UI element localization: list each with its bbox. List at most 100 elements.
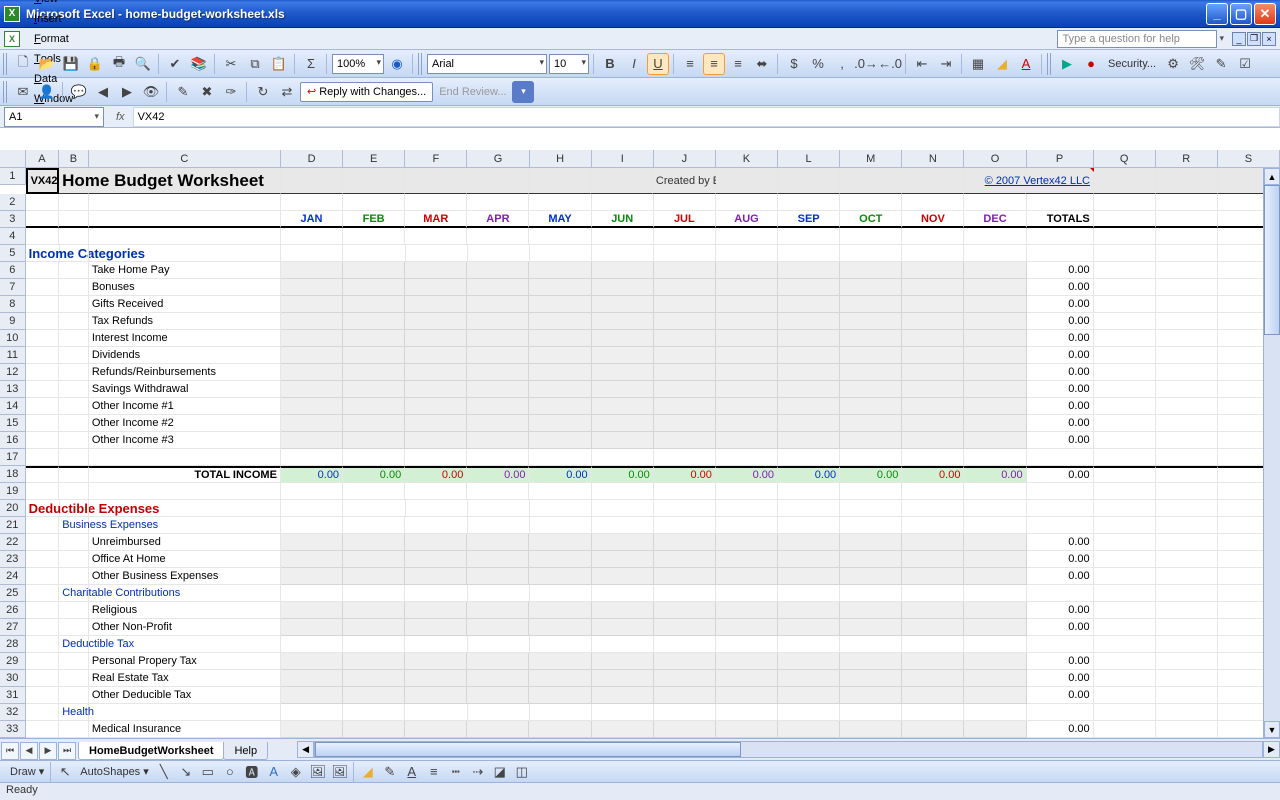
cell[interactable] [654, 602, 716, 619]
fill-color-icon[interactable]: ◢ [991, 53, 1013, 75]
cell[interactable] [902, 653, 964, 670]
cell[interactable] [1156, 194, 1218, 211]
cell[interactable] [716, 602, 778, 619]
cell[interactable] [1027, 585, 1094, 602]
cell[interactable] [529, 168, 591, 194]
cell[interactable] [89, 500, 281, 517]
cell[interactable] [592, 313, 654, 330]
cell[interactable] [592, 568, 654, 585]
row-header[interactable]: 3 [0, 211, 26, 228]
cell[interactable] [405, 364, 467, 381]
cell[interactable] [716, 517, 778, 534]
cell[interactable] [405, 483, 467, 500]
cell[interactable]: TOTALS [1027, 211, 1094, 228]
cell[interactable] [343, 721, 405, 738]
row-header[interactable]: 13 [0, 381, 26, 398]
cell[interactable]: 0.00 [343, 466, 405, 483]
cell[interactable]: 0.00 [1027, 313, 1094, 330]
cell[interactable]: Other Income #2 [89, 415, 281, 432]
vertical-scrollbar[interactable]: ▲ ▼ [1263, 168, 1280, 738]
cell[interactable] [840, 619, 902, 636]
cell[interactable] [59, 211, 89, 228]
cell[interactable] [964, 653, 1026, 670]
cell[interactable]: Other Business Expenses [89, 568, 281, 585]
cell[interactable]: 0.00 [654, 466, 716, 483]
cell[interactable] [654, 398, 716, 415]
cell[interactable]: Religious [89, 602, 281, 619]
cell[interactable] [467, 432, 529, 449]
column-header[interactable]: B [59, 150, 89, 168]
cell[interactable] [716, 381, 778, 398]
cell[interactable] [1094, 279, 1156, 296]
cell[interactable]: Medical Insurance [89, 721, 281, 738]
cell[interactable] [964, 381, 1026, 398]
cell[interactable]: Bonuses [89, 279, 281, 296]
font-color-icon[interactable]: A [401, 761, 423, 783]
cell[interactable] [716, 432, 778, 449]
cell[interactable] [529, 296, 591, 313]
cell[interactable] [281, 381, 343, 398]
cell[interactable] [902, 687, 964, 704]
cell[interactable] [281, 483, 343, 500]
cell[interactable] [1156, 483, 1218, 500]
cell[interactable] [902, 585, 964, 602]
row-header[interactable]: 30 [0, 670, 26, 687]
cell[interactable] [26, 415, 60, 432]
cell[interactable] [89, 585, 281, 602]
cell[interactable] [716, 687, 778, 704]
cell[interactable] [467, 168, 529, 194]
cell[interactable] [59, 228, 89, 245]
cell[interactable] [1156, 262, 1218, 279]
cell[interactable] [26, 449, 60, 466]
cell[interactable]: MAY [529, 211, 591, 228]
cell[interactable] [26, 636, 60, 653]
cell[interactable] [840, 534, 902, 551]
next-comment-icon[interactable]: ▶ [116, 81, 138, 103]
cell[interactable]: 0.00 [1027, 653, 1094, 670]
spellcheck-icon[interactable]: ✔ [164, 53, 186, 75]
cell[interactable] [964, 432, 1026, 449]
cell[interactable] [778, 398, 840, 415]
reply-with-changes-button[interactable]: ↩ Reply with Changes... [300, 82, 433, 102]
cell[interactable] [467, 483, 529, 500]
cell[interactable] [26, 670, 60, 687]
cell[interactable] [902, 483, 964, 500]
align-center-icon[interactable]: ≡ [703, 53, 725, 75]
cell[interactable] [592, 653, 654, 670]
cell[interactable]: 0.00 [1027, 330, 1094, 347]
cell[interactable] [467, 313, 529, 330]
cell[interactable] [59, 653, 89, 670]
cell[interactable] [26, 687, 60, 704]
cell[interactable] [281, 534, 343, 551]
cell[interactable] [778, 432, 840, 449]
cell[interactable] [964, 245, 1026, 262]
cell[interactable] [716, 653, 778, 670]
cell[interactable] [1156, 517, 1218, 534]
cell[interactable] [902, 313, 964, 330]
cell[interactable] [716, 551, 778, 568]
cell[interactable] [840, 296, 902, 313]
cell[interactable] [778, 313, 840, 330]
cell[interactable] [716, 636, 778, 653]
cell[interactable] [26, 228, 60, 245]
cell[interactable] [59, 347, 89, 364]
open-icon[interactable]: 📂 [36, 53, 58, 75]
row-header[interactable]: 19 [0, 483, 26, 500]
cell[interactable] [592, 500, 654, 517]
cell[interactable] [343, 653, 405, 670]
cell[interactable]: Other Non-Profit [89, 619, 281, 636]
cell[interactable] [405, 228, 467, 245]
cell[interactable] [405, 704, 467, 721]
cell[interactable]: 0.00 [405, 466, 467, 483]
tab-first-button[interactable]: ⏮ [1, 742, 19, 760]
cell[interactable]: 0.00 [1027, 279, 1094, 296]
cell[interactable]: Unreimbursed [89, 534, 281, 551]
cell[interactable]: 0.00 [840, 466, 902, 483]
maximize-button[interactable]: ▢ [1230, 3, 1252, 25]
scroll-left-button[interactable]: ◀ [297, 741, 314, 758]
cell[interactable] [716, 228, 778, 245]
cell[interactable] [343, 432, 405, 449]
cell[interactable] [59, 687, 89, 704]
cell[interactable] [59, 721, 89, 738]
cell[interactable] [1156, 602, 1218, 619]
